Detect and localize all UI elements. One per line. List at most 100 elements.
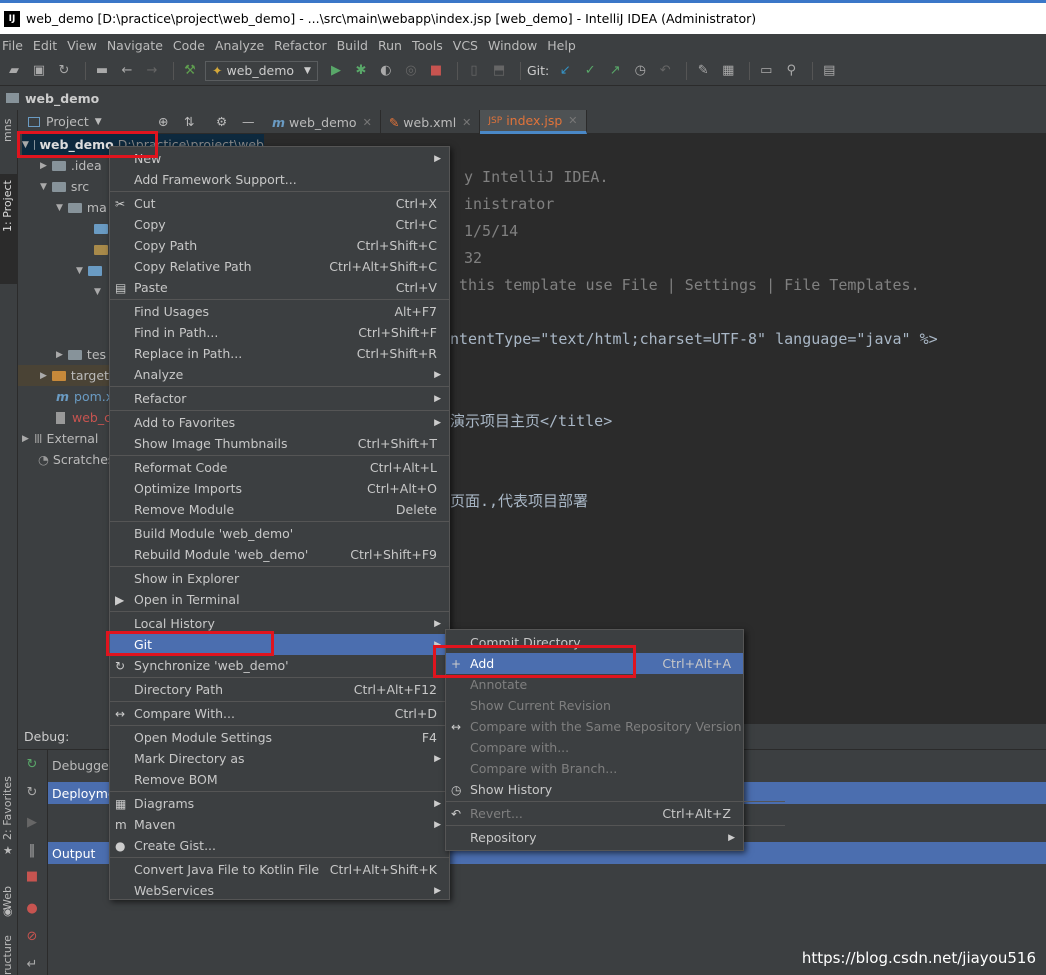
coverage-icon[interactable]: ◐	[376, 61, 396, 81]
menu-item-annotate[interactable]: Annotate	[446, 674, 743, 695]
tab-web-demo[interactable]: m web_demo ✕	[264, 110, 381, 134]
menu-item-add-framework-support[interactable]: Add Framework Support...	[110, 169, 449, 190]
run-config-select[interactable]: ✦ web_demo ▼	[205, 60, 318, 81]
sdk-icon[interactable]: ▤	[819, 61, 839, 81]
menu-item-convert-java-file-to-kotlin-file[interactable]: Convert Java File to Kotlin File Ctrl+Alt…	[110, 859, 449, 880]
menu-item-compare-with[interactable]: ↔ Compare With... Ctrl+D	[110, 703, 449, 724]
menu-analyze[interactable]: Analyze	[215, 38, 264, 53]
breakpoints-icon[interactable]: ●	[22, 898, 42, 918]
rerun-icon[interactable]: ↻	[22, 754, 42, 774]
project-structure-folder-icon[interactable]: ▦	[718, 61, 738, 81]
menu-item-optimize-imports[interactable]: Optimize Imports Ctrl+Alt+O	[110, 478, 449, 499]
menu-tools[interactable]: Tools	[412, 38, 443, 53]
tree-item-src[interactable]: ▼ src	[40, 176, 89, 197]
menu-item-compare-with-branch[interactable]: Compare with Branch...	[446, 758, 743, 779]
menu-item-add-to-favorites[interactable]: Add to Favorites ▶	[110, 412, 449, 433]
close-icon[interactable]: ✕	[568, 114, 577, 127]
debug-bug-icon[interactable]: ✱	[351, 61, 371, 81]
menu-refactor[interactable]: Refactor	[274, 38, 326, 53]
collapse-icon[interactable]: ⇅	[184, 114, 194, 129]
menu-item-create-gist[interactable]: ● Create Gist...	[110, 835, 449, 856]
tree-item-test[interactable]: ▶ tes	[56, 344, 106, 365]
chevron-down-icon[interactable]: ▼	[95, 117, 102, 127]
menu-item-new[interactable]: New ▶	[110, 148, 449, 169]
menu-item-revert[interactable]: ↶ Revert... Ctrl+Alt+Z	[446, 803, 743, 824]
menu-item-build-module-web-demo[interactable]: Build Module 'web_demo'	[110, 523, 449, 544]
menu-help[interactable]: Help	[547, 38, 576, 53]
revert-icon[interactable]: ↶	[655, 61, 675, 81]
build-hammer-icon[interactable]: ⚒	[180, 61, 200, 81]
tab-debugger[interactable]: Debugger	[48, 754, 114, 776]
profile-icon[interactable]: ◎	[401, 61, 421, 81]
menu-item-replace-in-path[interactable]: Replace in Path... Ctrl+Shift+R	[110, 343, 449, 364]
menu-item-copy-path[interactable]: Copy Path Ctrl+Shift+C	[110, 235, 449, 256]
deploy-icon[interactable]: ⬒	[489, 61, 509, 81]
menu-item-maven[interactable]: m Maven ▶	[110, 814, 449, 835]
tree-item-iml[interactable]: web_c	[56, 407, 111, 428]
tab-mns[interactable]: mns	[1, 119, 14, 142]
menu-item-reformat-code[interactable]: Reformat Code Ctrl+Alt+L	[110, 457, 449, 478]
tab-index-jsp[interactable]: JSP index.jsp ✕	[480, 110, 587, 134]
tab-web-xml[interactable]: ✎ web.xml ✕	[381, 110, 481, 134]
tree-item-external-libraries[interactable]: ▶ Ⅲ External	[22, 428, 98, 449]
menu-item-remove-bom[interactable]: Remove BOM	[110, 769, 449, 790]
settings-wrench-icon[interactable]: ✎	[693, 61, 713, 81]
gear-icon[interactable]: ⚙	[216, 114, 227, 129]
forward-icon[interactable]: →	[142, 61, 162, 81]
menu-build[interactable]: Build	[337, 38, 368, 53]
git-push-icon[interactable]: ↗	[605, 61, 625, 81]
back-icon[interactable]: ←	[117, 61, 137, 81]
menu-item-copy-relative-path[interactable]: Copy Relative Path Ctrl+Alt+Shift+C	[110, 256, 449, 277]
menu-item-rebuild-module-web-demo[interactable]: Rebuild Module 'web_demo' Ctrl+Shift+F9	[110, 544, 449, 565]
tree-item-main[interactable]: ▼ ma	[56, 197, 107, 218]
pause-icon[interactable]: ‖	[22, 840, 42, 860]
menu-item-show-current-revision[interactable]: Show Current Revision	[446, 695, 743, 716]
menu-window[interactable]: Window	[488, 38, 537, 53]
menu-item-show-in-explorer[interactable]: Show in Explorer	[110, 568, 449, 589]
menu-item-git[interactable]: Git ▶	[110, 634, 449, 655]
menu-item-directory-path[interactable]: Directory Path Ctrl+Alt+F12	[110, 679, 449, 700]
menu-item-compare-with-the-same-repository-version[interactable]: ↔ Compare with the Same Repository Versio…	[446, 716, 743, 737]
stop-icon[interactable]: ■	[426, 61, 446, 81]
menu-item-refactor[interactable]: Refactor ▶	[110, 388, 449, 409]
sync-icon[interactable]: ↻	[54, 61, 74, 81]
menu-item-open-module-settings[interactable]: Open Module Settings F4	[110, 727, 449, 748]
menu-item-cut[interactable]: ✂ Cut Ctrl+X	[110, 193, 449, 214]
stop-icon[interactable]: ■	[22, 866, 42, 886]
menu-file[interactable]: File	[2, 38, 23, 53]
menu-item-show-image-thumbnails[interactable]: Show Image Thumbnails Ctrl+Shift+T	[110, 433, 449, 454]
git-update-icon[interactable]: ↙	[555, 61, 575, 81]
resume-icon[interactable]: ▶	[22, 812, 42, 832]
close-icon[interactable]: ✕	[363, 116, 372, 129]
wrap-icon[interactable]: ↵	[22, 954, 42, 974]
menu-item-repository[interactable]: Repository ▶	[446, 827, 743, 848]
close-icon[interactable]: ✕	[462, 116, 471, 129]
menu-edit[interactable]: Edit	[33, 38, 57, 53]
menu-item-find-usages[interactable]: Find Usages Alt+F7	[110, 301, 449, 322]
menu-item-local-history[interactable]: Local History ▶	[110, 613, 449, 634]
git-commit-icon[interactable]: ✓	[580, 61, 600, 81]
tree-item-scratches[interactable]: ◔ Scratches	[38, 449, 114, 470]
search-icon[interactable]: ⚲	[781, 61, 801, 81]
terminal-window-icon[interactable]: ▭	[756, 61, 776, 81]
menu-item-paste[interactable]: ▤ Paste Ctrl+V	[110, 277, 449, 298]
project-view-label[interactable]: Project	[46, 114, 89, 129]
menu-item-diagrams[interactable]: ▦ Diagrams ▶	[110, 793, 449, 814]
menu-item-add[interactable]: + Add Ctrl+Alt+A	[446, 653, 743, 674]
menu-item-analyze[interactable]: Analyze ▶	[110, 364, 449, 385]
tree-item-webapp[interactable]: ▼	[76, 260, 107, 281]
locate-icon[interactable]: ⊕	[158, 114, 168, 129]
tree-item-pom[interactable]: m pom.x	[56, 386, 113, 407]
project-structure-icon[interactable]: ▬	[92, 61, 112, 81]
menu-item-synchronize-web-demo[interactable]: ↻ Synchronize 'web_demo'	[110, 655, 449, 676]
menu-run[interactable]: Run	[378, 38, 402, 53]
mute-breakpoints-icon[interactable]: ⊘	[22, 926, 42, 946]
menu-vcs[interactable]: VCS	[453, 38, 478, 53]
menu-item-remove-module[interactable]: Remove Module Delete	[110, 499, 449, 520]
history-icon[interactable]: ◷	[630, 61, 650, 81]
tab-structure[interactable]: ructure	[1, 935, 14, 975]
attach-icon[interactable]: ▯	[464, 61, 484, 81]
hide-icon[interactable]: —	[242, 114, 255, 129]
tab-favorites[interactable]: 2: Favorites	[1, 776, 14, 840]
tree-item-web-inf[interactable]: ▼	[94, 281, 106, 302]
